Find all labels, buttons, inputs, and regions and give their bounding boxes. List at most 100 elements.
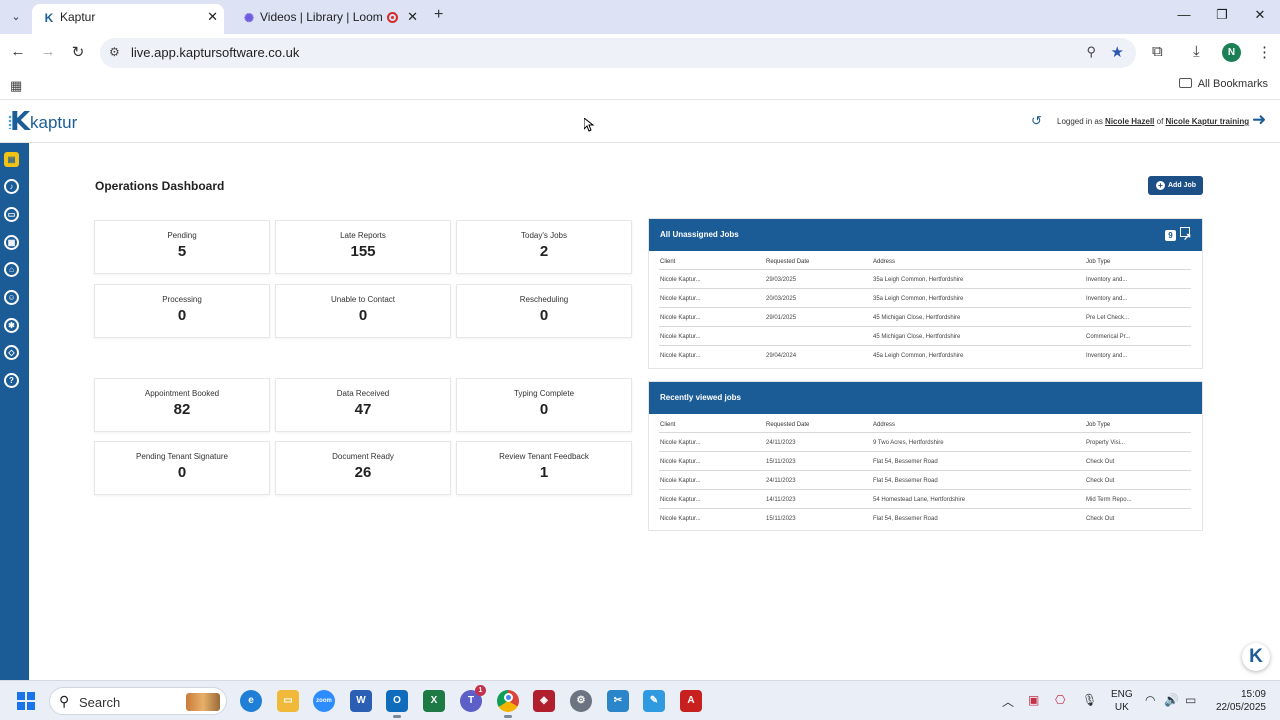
sidebar-calendar-icon[interactable]: ▦ [4,235,19,250]
tab-close-icon[interactable]: ✕ [207,4,218,30]
microphone-icon[interactable]: 🎙 [1082,693,1097,707]
bookmark-star-icon[interactable]: ★ [1111,43,1124,61]
extensions-icon[interactable]: ⧉ [1152,43,1163,60]
open-external-icon[interactable] [1180,222,1191,254]
all-bookmarks-label: All Bookmarks [1197,78,1268,90]
sidebar-properties-icon[interactable]: ⌂ [4,262,19,277]
edge-icon[interactable]: e [240,690,262,712]
restore-icon[interactable]: ❐ [1212,7,1232,23]
stat-card-appointment-booked[interactable]: Appointment Booked 82 [94,378,270,432]
stat-card-pending[interactable]: Pending 5 [94,220,270,274]
zoom-icon[interactable]: ⚲ [1086,44,1096,60]
stat-card-processing[interactable]: Processing 0 [94,284,270,338]
paint-icon[interactable]: ✎ [643,690,665,712]
taskbar-search[interactable]: ⚲ Search [49,687,227,715]
stat-card-late-reports[interactable]: Late Reports 155 [275,220,451,274]
tab-kaptur[interactable]: K Kaptur ✕ [32,4,224,34]
chrome-icon[interactable] [497,690,519,718]
clock[interactable]: 15:09 22/05/2025 [1210,688,1266,714]
excel-icon[interactable]: X [423,690,445,712]
stat-card-document-ready[interactable]: Document Ready 26 [275,441,451,495]
stat-card-rescheduling[interactable]: Rescheduling 0 [456,284,632,338]
stat-card-review-tenant-feedback[interactable]: Review Tenant Feedback 1 [456,441,632,495]
table-row[interactable]: Nicole Kaptur... 24/11/2023 Flat 54, Besse… [659,471,1191,490]
stat-card-todays-jobs[interactable]: Today's Jobs 2 [456,220,632,274]
address-bar[interactable]: ⚙ live.app.kaptursoftware.co.uk ⚲ ★ [100,38,1136,68]
file-explorer-icon[interactable]: ▭ [277,690,299,712]
org-name-link[interactable]: Nicole Kaptur training [1166,117,1250,126]
tray-chevron-icon[interactable]: ︿ [1002,693,1014,710]
sidebar-notifications-icon[interactable]: ♪ [4,179,19,194]
forward-arrow-icon[interactable]: → [38,43,58,60]
tab-close-icon[interactable]: ✕ [407,4,418,30]
wifi-icon[interactable]: ◠ [1145,693,1155,707]
sidebar-settings-icon[interactable]: ✱ [4,318,19,333]
table-cell: 14/11/2023 [766,497,796,503]
sidebar-dashboard-icon[interactable]: ▤ [4,152,19,167]
table-row[interactable]: Nicole Kaptur... 15/11/2023 Flat 54, Besse… [659,452,1191,471]
clock-time: 15:09 [1240,689,1266,700]
stat-value: 0 [177,464,187,481]
battery-icon[interactable]: ▭ [1185,693,1196,707]
close-window-icon[interactable]: ✕ [1250,7,1270,23]
back-arrow-icon[interactable]: ← [8,43,28,60]
windows-start-icon[interactable] [17,692,35,710]
snipping-tool-icon[interactable]: ✂ [607,690,629,712]
sidebar-jobs-icon[interactable]: ▭ [4,207,19,222]
table-row[interactable]: Nicole Kaptur... 29/01/2025 45 Michigan Cl… [659,308,1191,327]
acrobat-icon[interactable]: A [680,690,702,712]
url-text[interactable]: live.app.kaptursoftware.co.uk [131,45,299,60]
table-row[interactable]: Nicole Kaptur... 45 Michigan Close, Hertf… [659,327,1191,346]
all-bookmarks[interactable]: All Bookmarks [1178,78,1268,90]
table-header-row: Client Requested Date Address Job Type [659,252,1191,270]
apps-grid-icon[interactable]: ▦ [10,78,22,94]
table-row[interactable]: Nicole Kaptur... 14/11/2023 54 Homestead L… [659,490,1191,509]
stat-label: Today's Jobs [521,231,567,240]
lang-line2: UK [1114,702,1129,713]
zoom-icon[interactable]: zoom [313,690,335,712]
kaptur-chat-launcher-icon[interactable]: K [1242,643,1270,671]
table-row[interactable]: Nicole Kaptur... 15/11/2023 Flat 54, Besse… [659,509,1191,528]
tray-app-icon[interactable]: ▣ [1028,693,1039,707]
language-indicator[interactable]: ENG UK [1111,688,1133,714]
user-name-link[interactable]: Nicole Hazell [1105,117,1154,126]
site-settings-icon[interactable]: ⚙ [109,45,120,59]
table-row[interactable]: Nicole Kaptur... 20/03/2025 35a Leigh Comm… [659,289,1191,308]
sidebar-tags-icon[interactable]: ◇ [4,345,19,360]
sidebar-help-icon[interactable]: ? [4,373,19,388]
table-cell: Inventory and... [1086,296,1128,302]
settings-gear-icon[interactable]: ⚙ [570,690,592,712]
table-row[interactable]: Nicole Kaptur... 24/11/2023 9 Two Acres, H… [659,433,1191,452]
stat-card-data-received[interactable]: Data Received 47 [275,378,451,432]
new-tab-plus-icon[interactable]: + [434,6,443,24]
recently-viewed-panel: Recently viewed jobs Client Requested Da… [648,381,1203,531]
browser-menu-icon[interactable]: ⋮ [1257,43,1272,61]
reload-icon[interactable]: ↻ [68,43,88,61]
word-icon[interactable]: W [350,690,372,712]
profile-avatar[interactable]: N [1222,43,1241,62]
column-header: Client [660,422,676,428]
tab-loom[interactable]: ✺ Videos | Library | Loom ✕ [232,4,424,34]
downloads-icon[interactable]: ⤓ [1193,43,1200,60]
bookmarks-bar: ▦ All Bookmarks [0,72,1280,100]
stat-label: Review Tenant Feedback [499,452,589,461]
logout-icon[interactable]: ➜ [1252,110,1266,130]
antivirus-icon[interactable]: ◈ [533,690,555,712]
volume-icon[interactable]: 🔊 [1164,693,1179,707]
table-row[interactable]: Nicole Kaptur... 29/04/2024 45a Leigh Comm… [659,346,1191,365]
outlook-icon[interactable]: O [386,690,408,718]
unassigned-count-badge: 9 [1165,230,1176,241]
tray-acrobat-icon[interactable]: ⎔ [1055,693,1065,707]
sidebar-users-icon[interactable]: ☺ [4,290,19,305]
stat-card-typing-complete[interactable]: Typing Complete 0 [456,378,632,432]
table-cell: Flat 54, Bessemer Road [873,516,938,522]
tab-search-chevron-icon[interactable]: ⌄ [6,7,26,27]
teams-icon[interactable]: T1 [460,685,486,712]
stat-card-pending-tenant-signature[interactable]: Pending Tenant Signature 0 [94,441,270,495]
minimize-icon[interactable]: — [1174,7,1194,22]
add-job-button[interactable]: + Add Job [1148,176,1203,195]
table-row[interactable]: Nicole Kaptur... 29/03/2025 35a Leigh Comm… [659,270,1191,289]
table-cell: Nicole Kaptur... [660,478,701,484]
stat-card-unable-to-contact[interactable]: Unable to Contact 0 [275,284,451,338]
refresh-icon[interactable]: ↺ [1031,113,1042,129]
